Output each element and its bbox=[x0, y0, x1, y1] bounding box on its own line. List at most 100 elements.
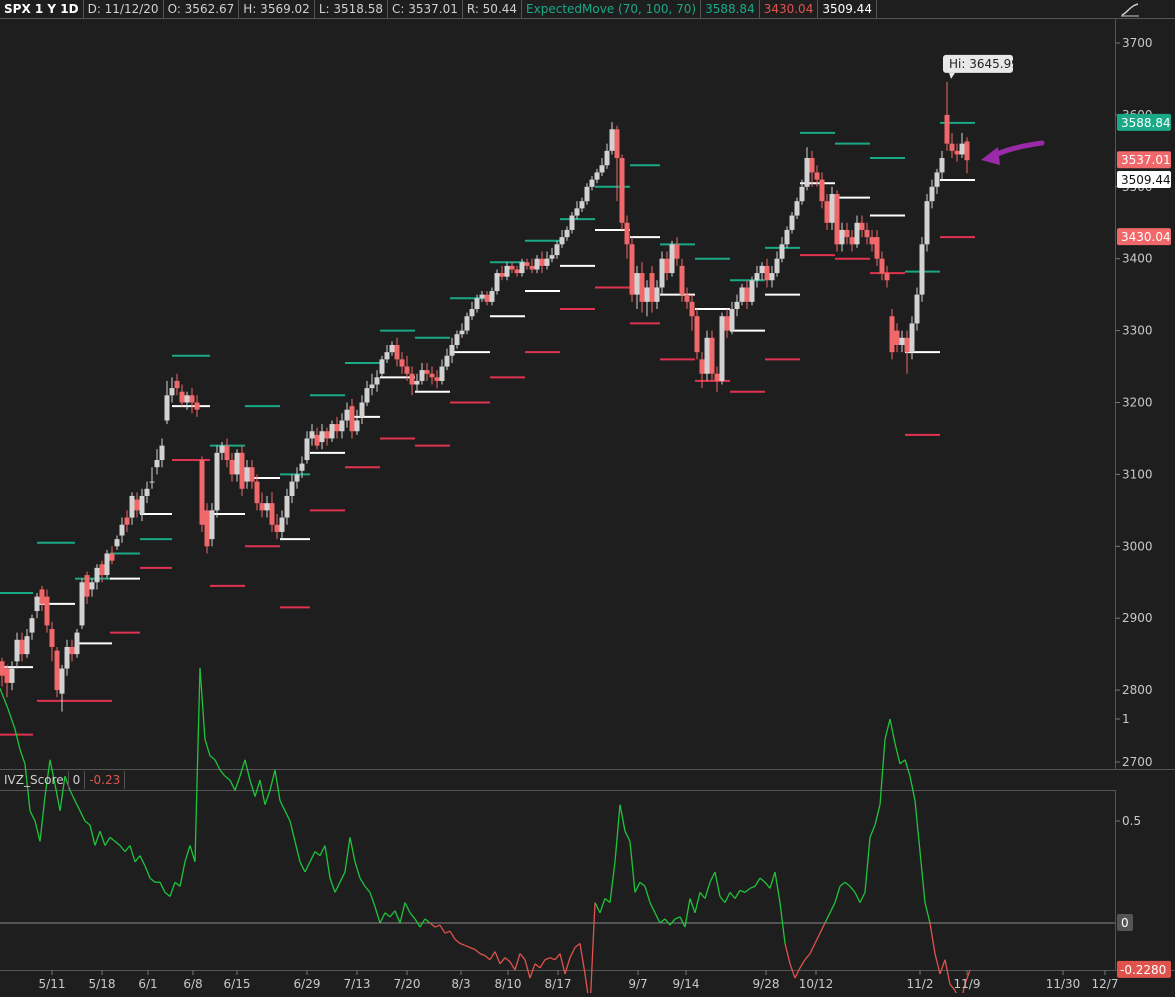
candle-down bbox=[239, 452, 245, 489]
candle-down bbox=[694, 316, 700, 353]
ivz-line-segment bbox=[774, 871, 781, 903]
candle-down bbox=[399, 359, 405, 367]
ivz-line-segment bbox=[699, 891, 706, 899]
candle-up bbox=[704, 337, 710, 374]
candle-up bbox=[544, 258, 550, 266]
high-label: H: 3569.02 bbox=[239, 0, 315, 18]
ivz-line-segment bbox=[429, 922, 436, 928]
candle-up bbox=[159, 445, 165, 461]
ivz-line-segment bbox=[389, 910, 396, 918]
candle-up bbox=[479, 294, 485, 299]
ivz-line-segment bbox=[499, 957, 506, 965]
ivz-line-segment bbox=[799, 959, 806, 969]
candle-down bbox=[349, 406, 355, 432]
sub-study-name[interactable]: IVZ_Score bbox=[0, 771, 69, 789]
ivz-line-segment bbox=[854, 892, 861, 903]
study-name-label[interactable]: ExpectedMove (70, 100, 70) bbox=[522, 0, 702, 18]
x-tick-label: 6/15 bbox=[224, 977, 251, 991]
candle-down bbox=[819, 179, 825, 202]
candle-down bbox=[724, 316, 730, 331]
ivz-line-segment bbox=[689, 898, 696, 914]
ivz-line-segment bbox=[924, 902, 931, 924]
candle-down bbox=[764, 265, 770, 281]
candle-down bbox=[274, 524, 280, 532]
candle-up bbox=[374, 377, 380, 385]
ivz-line-segment bbox=[339, 871, 346, 883]
ivz-line-segment bbox=[824, 912, 831, 924]
candle-up bbox=[584, 186, 590, 202]
ivz-line-segment bbox=[19, 749, 26, 765]
ivz-line-segment bbox=[769, 871, 776, 889]
ivz-line-segment bbox=[834, 886, 841, 903]
price-label: 3430.04 bbox=[1121, 230, 1171, 244]
drawing-tool-icon[interactable] bbox=[1118, 0, 1144, 18]
ivz-line-segment bbox=[674, 916, 681, 920]
ivz-line-segment bbox=[464, 944, 471, 949]
ivz-line-segment bbox=[889, 718, 896, 744]
candle-down bbox=[204, 510, 210, 547]
y-tick-label: 3100 bbox=[1122, 467, 1153, 481]
ivz-line-segment bbox=[944, 959, 951, 985]
annotation-arrow-shaft bbox=[990, 140, 1045, 159]
x-tick-label: 8/17 bbox=[545, 977, 572, 991]
chart-header: SPX 1 Y 1D D: 11/12/20 O: 3562.67 H: 356… bbox=[0, 0, 877, 18]
ivz-line-segment bbox=[574, 942, 581, 948]
candle-down bbox=[539, 258, 545, 266]
ivz-line-segment bbox=[469, 946, 476, 951]
ivz-line-segment bbox=[234, 775, 241, 791]
ivz-line-segment bbox=[169, 881, 176, 897]
candle-down bbox=[409, 373, 415, 385]
ivz-line-segment bbox=[254, 780, 261, 797]
candle-up bbox=[294, 474, 300, 482]
ivz-line-segment bbox=[744, 887, 751, 893]
candle-down bbox=[744, 287, 750, 302]
candle-down bbox=[39, 589, 45, 604]
x-tick-label: 8/3 bbox=[451, 977, 470, 991]
candle-down bbox=[709, 337, 715, 374]
price-label: 3509.44 bbox=[1121, 173, 1171, 187]
y-tick-label: 2900 bbox=[1122, 611, 1153, 625]
ivz-line-segment bbox=[189, 845, 196, 862]
ivz-line-segment bbox=[714, 871, 721, 897]
ivz-line-segment bbox=[734, 890, 741, 899]
ivz-line-segment bbox=[139, 855, 146, 867]
ivz-line-segment bbox=[829, 902, 836, 914]
ivz-line-segment bbox=[259, 780, 266, 805]
ivz-line-segment bbox=[839, 881, 846, 887]
ivz-line-segment bbox=[274, 769, 281, 801]
ivz-line-segment bbox=[159, 881, 166, 893]
ivz-line-segment bbox=[809, 943, 816, 954]
candle-down bbox=[269, 503, 275, 525]
candle-down bbox=[944, 114, 950, 144]
candle-up bbox=[924, 201, 930, 245]
candle-up bbox=[444, 355, 450, 367]
candle-up bbox=[359, 402, 365, 417]
ivz-line-segment bbox=[599, 898, 606, 914]
candle-up bbox=[759, 265, 765, 274]
ivz-line-segment bbox=[904, 759, 911, 777]
candle-down bbox=[199, 460, 205, 525]
symbol-label[interactable]: SPX 1 Y 1D bbox=[0, 0, 84, 18]
ivz-line-segment bbox=[694, 892, 701, 913]
ivz-line-segment bbox=[369, 892, 376, 907]
ivz-line-segment bbox=[7, 708, 16, 730]
candle-up bbox=[494, 273, 500, 292]
ivz-line-segment bbox=[109, 836, 116, 842]
ivz-line-segment bbox=[229, 779, 236, 791]
candle-up bbox=[909, 323, 915, 353]
candle-up bbox=[289, 481, 295, 496]
ivz-line-segment bbox=[439, 924, 446, 934]
candle-down bbox=[174, 380, 180, 389]
ivz-line-segment bbox=[589, 902, 596, 997]
candle-down bbox=[869, 237, 875, 245]
ivz-line-segment bbox=[659, 918, 666, 924]
chart-svg: 3700360035003400330032003100300029002800… bbox=[0, 18, 1175, 997]
candle-down bbox=[714, 373, 720, 381]
candle-down bbox=[509, 265, 515, 270]
ivz-line-segment bbox=[844, 881, 851, 887]
x-tick-label: 7/13 bbox=[344, 977, 371, 991]
last-value-label: -0.2280 bbox=[1120, 963, 1166, 977]
ivz-line-segment bbox=[399, 902, 406, 924]
ivz-line-segment bbox=[39, 796, 46, 842]
candle-down bbox=[259, 503, 265, 511]
